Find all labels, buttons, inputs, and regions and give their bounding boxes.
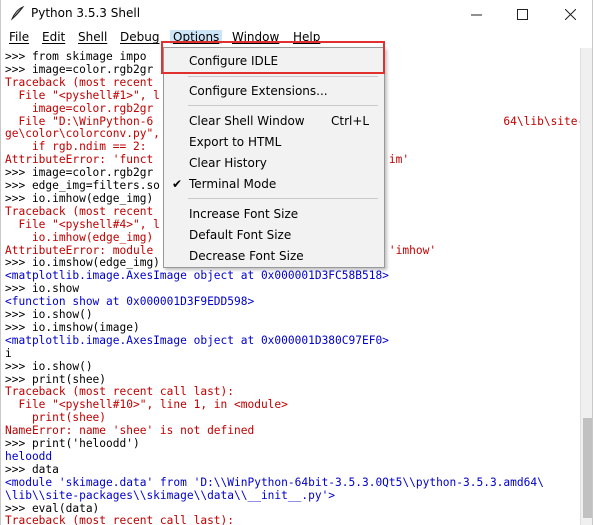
maximize-button[interactable] [499, 0, 545, 28]
shell-line: File "<pyshell#4>", l [5, 217, 160, 231]
menu-item-configure-extensions[interactable]: Configure Extensions... [189, 84, 328, 98]
close-icon [564, 5, 576, 24]
shell-line: File "<pyshell#10>", line 1, in <module> [5, 398, 288, 412]
window-title: Python 3.5.3 Shell [31, 6, 141, 20]
clear-shell-shortcut: Ctrl+L [331, 114, 370, 128]
shell-line: >>> io.imshow(image) [5, 320, 140, 334]
menu-item-clear-history[interactable]: Clear History [189, 156, 267, 170]
minimize-button[interactable] [453, 0, 499, 28]
shell-line: <module 'skimage.data' from 'D:\\WinPyth… [5, 475, 544, 489]
shell-line: Traceback (most recent [5, 75, 154, 89]
shell-line: <function show at 0x000001D3F9EDD598> [5, 295, 255, 309]
shell-line: >>> print('heloodd') [5, 437, 140, 450]
shell-line: <matplotlib.image.AxesImage object at 0x… [5, 269, 389, 283]
menu-separator [188, 198, 378, 199]
shell-line: >>> edge_img=filters.so [5, 179, 160, 192]
shell-line: ge\color\colorconv.py", [5, 127, 160, 141]
shell-line: File "<pyshell#1>", l [5, 88, 160, 102]
menu-item-decrease-font[interactable]: Decrease Font Size [189, 249, 304, 263]
shell-line: >>> image=color.rgb2gr [5, 166, 154, 180]
minimize-icon [470, 5, 482, 24]
shell-line: \lib\\site-packages\\skimage\\data\\__in… [5, 488, 336, 502]
shell-line: >>> io.show() [5, 359, 93, 373]
shell-line: Traceback (most recent call last): [5, 514, 235, 525]
shell-line: NameError: name 'shee' is not defined [5, 424, 255, 438]
shell-line: io.imhow(edge_img) [5, 230, 154, 244]
shell-line: >>> from skimage impo [5, 50, 147, 63]
shell-line: image=color.rgb2gr [5, 101, 154, 115]
shell-line: >>> eval(data) [5, 501, 100, 515]
python-feather-icon [9, 5, 25, 21]
idle-shell-window: Python 3.5.3 Shell File Edit Shell Debug… [0, 0, 593, 525]
menu-edit[interactable]: Edit [42, 30, 65, 44]
menu-debug[interactable]: Debug [120, 30, 159, 44]
options-dropdown-menu: Configure IDLE Configure Extensions... C… [163, 47, 385, 268]
shell-line: >>> io.imshow(edge_img) [5, 256, 160, 270]
menu-item-default-font[interactable]: Default Font Size [189, 228, 291, 242]
check-icon: ✔ [172, 177, 183, 191]
maximize-icon [516, 5, 528, 24]
shell-line: >>> data [5, 462, 59, 476]
menu-item-terminal-mode[interactable]: Terminal Mode [189, 177, 276, 191]
vertical-scrollbar[interactable] [580, 48, 592, 525]
shell-line: <matplotlib.image.AxesImage object at 0x… [5, 333, 389, 347]
menu-shell[interactable]: Shell [78, 30, 107, 44]
shell-line: Traceback (most recent call last): [5, 385, 235, 399]
shell-line: print(shee) [5, 411, 107, 425]
title-bar: Python 3.5.3 Shell [1, 0, 592, 28]
menu-item-increase-font[interactable]: Increase Font Size [189, 207, 298, 221]
shell-line: >>> io.show() [5, 308, 93, 321]
menu-separator [188, 105, 378, 106]
shell-line: >>> image=color.rgb2gr [5, 62, 154, 76]
shell-line: i [5, 346, 12, 360]
shell-line: >>> io.show [5, 282, 80, 296]
shell-line: >>> io.imhow(edge_img) [5, 191, 154, 205]
shell-line: >>> print(shee) [5, 372, 107, 386]
shell-line: heloodd [5, 449, 53, 463]
menu-item-clear-shell-window[interactable]: Clear Shell Window [189, 114, 305, 128]
scrollbar-thumb[interactable] [583, 418, 592, 518]
shell-line: Traceback (most recent [5, 204, 154, 218]
menu-item-export-html[interactable]: Export to HTML [189, 135, 281, 149]
menu-file[interactable]: File [9, 30, 29, 44]
close-button[interactable] [547, 0, 592, 28]
shell-line: if rgb.ndim == 2: [5, 140, 147, 154]
menu-separator [188, 76, 378, 77]
highlight-annotation [161, 41, 385, 74]
